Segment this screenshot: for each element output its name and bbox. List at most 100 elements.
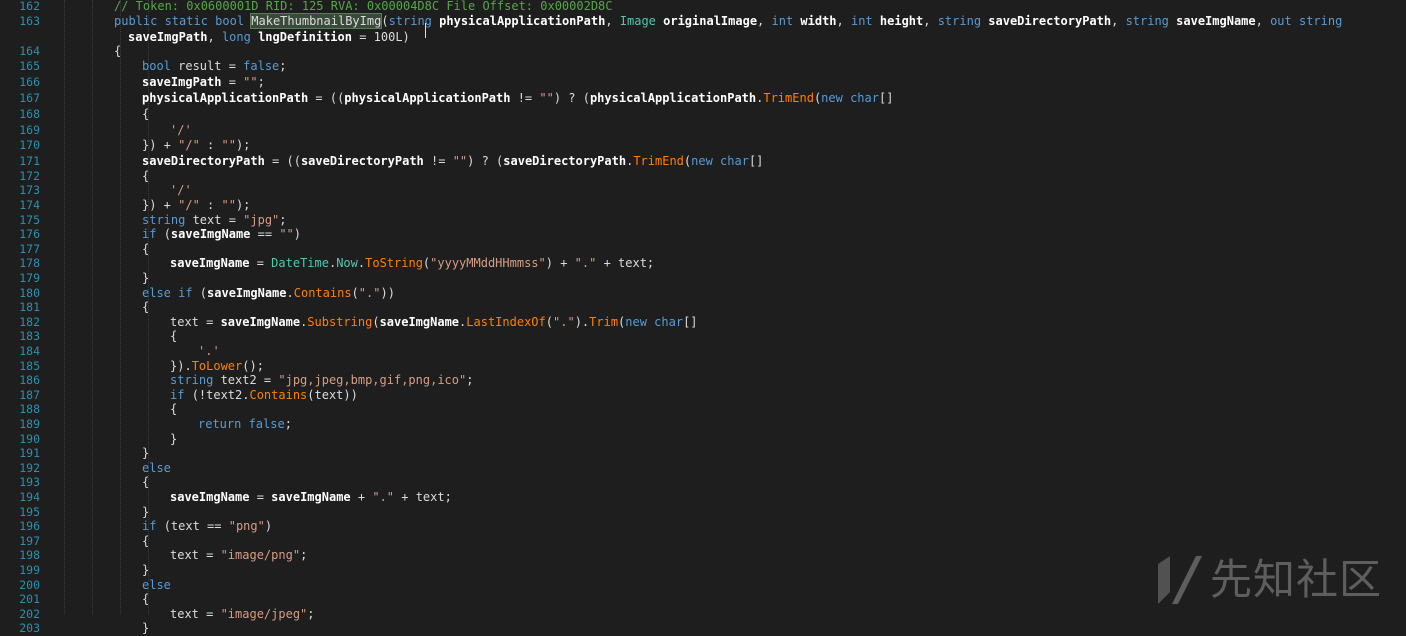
code-token: {	[114, 43, 122, 58]
code-token: (text))	[307, 387, 358, 402]
code-line: 173 '/'	[0, 182, 1406, 198]
code-token: bool	[142, 59, 179, 74]
code-text: '.'	[198, 343, 220, 359]
code-token: string	[1125, 13, 1177, 28]
code-token: {	[170, 329, 178, 344]
code-token: {	[170, 402, 178, 417]
code-token: :	[199, 198, 222, 212]
code-line: 197 {	[0, 533, 1406, 549]
code-token: = ((	[264, 154, 301, 169]
code-token: saveImgName	[220, 314, 301, 329]
code-token: !=	[423, 154, 453, 169]
code-text: }	[142, 445, 149, 461]
code-token: ""	[452, 154, 468, 169]
code-line: 170}) + "/" : "");	[0, 137, 1406, 153]
code-token: ))	[380, 285, 395, 300]
code-line: 168 {	[0, 106, 1406, 122]
code-token: "yyyyMMddHHmmss"	[430, 256, 546, 271]
line-number: 197	[19, 533, 40, 548]
code-token: text =	[170, 548, 221, 563]
line-number: 180	[19, 285, 40, 300]
code-token: ==	[250, 227, 280, 242]
code-token: TrimEnd	[763, 91, 814, 105]
code-token: int	[850, 13, 880, 28]
line-number: 191	[19, 446, 40, 461]
text-cursor	[425, 23, 426, 38]
line-number: 201	[19, 592, 40, 607]
code-text: '/'	[170, 122, 192, 138]
code-line: 167 physicalApplicationPath = ((physicalA…	[0, 90, 1406, 106]
code-text: {	[142, 474, 149, 490]
code-token: ,	[757, 13, 772, 28]
code-token: ,	[605, 13, 620, 28]
code-token: string	[388, 13, 440, 28]
code-token: )	[264, 519, 273, 534]
code-token: new char	[625, 314, 684, 329]
line-number: 196	[19, 519, 40, 534]
code-line: 188 {	[0, 401, 1406, 417]
code-token: ,	[207, 29, 222, 44]
code-text: text = "image/png";	[170, 547, 307, 563]
code-token: }) +	[142, 198, 179, 212]
code-text: if (!text2.Contains(text))	[170, 387, 358, 403]
code-token: {	[142, 533, 150, 548]
code-text: string text = "jpg";	[142, 212, 287, 228]
code-token: ToLower	[191, 358, 243, 373]
line-number: 190	[19, 431, 40, 446]
code-text: {	[170, 328, 177, 344]
code-text: if (text == "png")	[142, 518, 272, 534]
code-line: 191}	[0, 445, 1406, 461]
line-number: 166	[19, 75, 40, 90]
code-token: []	[748, 154, 764, 169]
code-token: new char	[821, 91, 879, 105]
line-number: 186	[19, 373, 40, 388]
code-token: public static bool	[114, 13, 252, 28]
code-token: }) +	[142, 138, 179, 153]
code-text: }	[142, 620, 149, 636]
code-token: '/'	[170, 183, 192, 198]
line-number: 181	[19, 300, 40, 315]
code-text: }	[170, 431, 177, 447]
code-token: else if	[142, 285, 200, 300]
line-number: 171	[19, 154, 40, 169]
code-line: 178 saveImgName = DateTime.Now.ToString("…	[0, 255, 1406, 271]
code-token: "jpg,jpeg,bmp,gif,png,ico"	[278, 373, 467, 388]
code-token: out string	[1270, 13, 1343, 28]
code-text: }) + "/" : "");	[142, 197, 250, 213]
code-token: LastIndexOf	[466, 314, 546, 329]
code-token: lngDefinition	[258, 29, 352, 44]
code-token: }	[142, 621, 150, 636]
code-token: saveDirectoryPath	[503, 154, 627, 169]
code-text: else	[142, 460, 171, 476]
code-token: height	[879, 13, 924, 28]
code-editor[interactable]: 162// Token: 0x0600001D RID: 125 RVA: 0x…	[0, 0, 1406, 635]
line-number: 200	[19, 577, 40, 592]
code-token: Contains	[249, 387, 308, 402]
code-text: saveDirectoryPath = ((saveDirectoryPath …	[142, 153, 763, 169]
code-token: return false	[198, 417, 285, 431]
code-line: 185}).ToLower();	[0, 358, 1406, 374]
code-token: "."	[372, 490, 395, 504]
code-line: 187 if (!text2.Contains(text))	[0, 387, 1406, 403]
code-token: Now	[336, 256, 358, 271]
code-token: physicalApplicationPath	[439, 13, 606, 28]
line-number: 165	[19, 59, 40, 74]
code-token: =	[249, 490, 272, 504]
code-line: 175 string text = "jpg";	[0, 212, 1406, 228]
code-token: text =	[170, 314, 221, 329]
line-number: 203	[19, 621, 40, 636]
line-number: 174	[19, 198, 40, 212]
line-number: 183	[19, 329, 40, 344]
code-text: public static bool MakeThumbnailByImg(st…	[114, 12, 1343, 29]
code-line: 163 public static bool MakeThumbnailByImg…	[0, 12, 1406, 29]
code-token: else	[142, 577, 171, 592]
code-text: {	[170, 401, 177, 417]
code-token: + text;	[394, 490, 452, 504]
code-token: (	[381, 13, 389, 28]
code-token: ,	[1111, 13, 1126, 28]
code-token: saveDirectoryPath	[988, 13, 1112, 28]
code-token: "/"	[178, 198, 200, 212]
code-line: 165 bool result = false;	[0, 58, 1406, 74]
code-line: 194 saveImgName = saveImgName + "." + tex…	[0, 489, 1406, 505]
code-token: Image	[619, 13, 664, 28]
